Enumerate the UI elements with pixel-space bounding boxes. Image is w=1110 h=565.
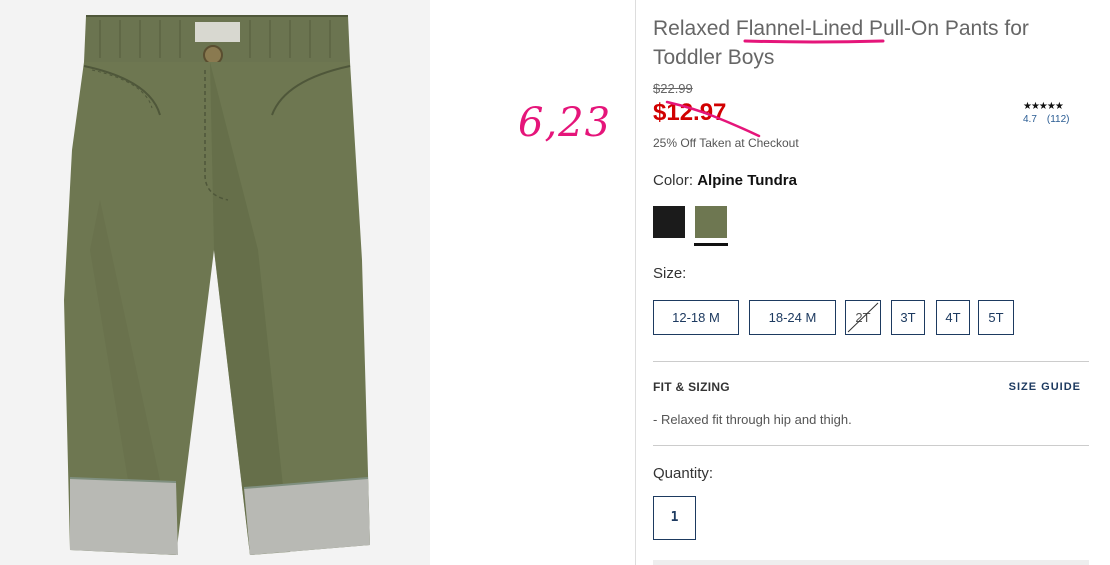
price-strike-scribble bbox=[665, 100, 761, 138]
selected-swatch-indicator bbox=[694, 243, 728, 246]
size-2t-button-unavailable[interactable]: 2T bbox=[845, 300, 881, 335]
quantity-input[interactable]: 1 bbox=[653, 496, 696, 540]
promo-text: 25% Off Taken at Checkout bbox=[653, 136, 799, 150]
divider bbox=[653, 445, 1089, 446]
fit-description: - Relaxed fit through hip and thigh. bbox=[653, 412, 852, 427]
swatch-olive[interactable] bbox=[695, 206, 727, 238]
product-image bbox=[0, 0, 430, 565]
size-18-24m-button[interactable]: 18-24 M bbox=[749, 300, 836, 335]
add-to-bag-area-edge bbox=[653, 560, 1089, 565]
size-5t-button[interactable]: 5T bbox=[978, 300, 1014, 335]
size-4t-button[interactable]: 4T bbox=[936, 300, 970, 335]
fit-sizing-heading: FIT & SIZING bbox=[653, 380, 730, 394]
review-count[interactable]: (112) bbox=[1047, 114, 1070, 125]
size-3t-button[interactable]: 3T bbox=[891, 300, 925, 335]
size-label: Size: bbox=[653, 265, 687, 282]
color-selection: Color: Alpine Tundra bbox=[653, 172, 797, 189]
color-label: Color: bbox=[653, 172, 694, 189]
handwritten-price-annotation: 6,23 bbox=[518, 100, 612, 146]
panel-divider bbox=[635, 0, 636, 565]
swatch-black[interactable] bbox=[653, 206, 685, 238]
color-value: Alpine Tundra bbox=[697, 172, 797, 189]
unavailable-slash-icon bbox=[847, 302, 879, 333]
quantity-label: Quantity: bbox=[653, 465, 714, 482]
title-part: Relaxed bbox=[653, 17, 736, 40]
highlight-underline bbox=[743, 39, 885, 44]
rating[interactable]: ★★★★★ 4.7 (112) bbox=[1023, 101, 1080, 125]
rating-score: 4.7 bbox=[1023, 114, 1037, 125]
rating-stars: ★★★★★ bbox=[1023, 101, 1064, 112]
size-12-18m-button[interactable]: 12-18 M bbox=[653, 300, 739, 335]
size-guide-link[interactable]: SIZE GUIDE bbox=[1009, 381, 1081, 393]
divider bbox=[653, 361, 1089, 362]
